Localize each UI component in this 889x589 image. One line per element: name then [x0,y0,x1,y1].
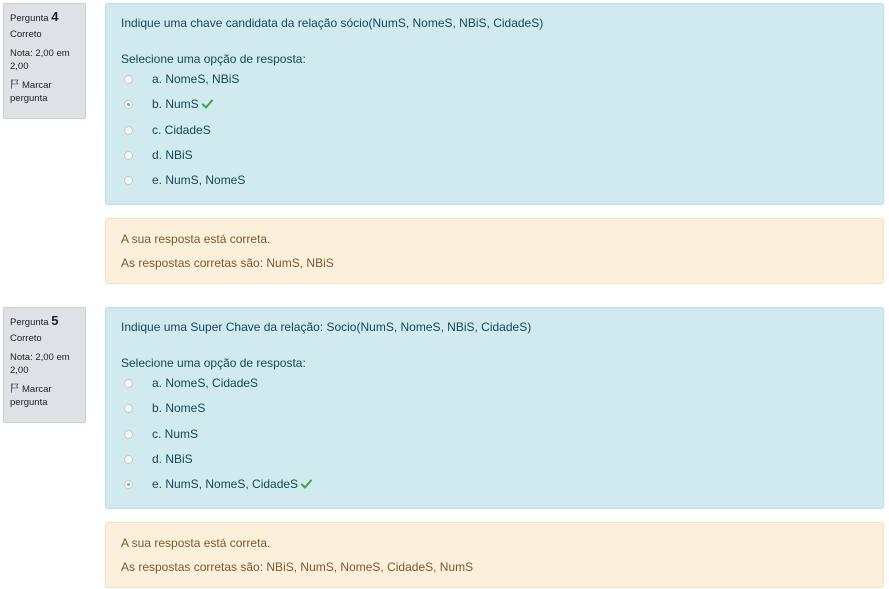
radio-button[interactable] [124,126,133,135]
question-text: Indique uma Super Chave da relação: Soci… [121,320,532,334]
question-formulation: Indique uma Super Chave da relação: Soci… [105,307,884,509]
answer-prompt: Selecione uma opção de resposta: [121,356,306,370]
radio-button[interactable] [124,430,133,439]
question-number: Pergunta 5 [10,314,79,329]
flag-icon [11,383,19,393]
question-outcome: A sua resposta está correta. As resposta… [105,522,884,588]
question-number: Pergunta 4 [10,10,79,25]
question-grade: Nota: 2,00 em 2,00 [10,48,70,72]
answer-prompt: Selecione uma opção de resposta: [121,52,306,66]
radio-button[interactable] [124,404,133,413]
question-state: Correto [10,333,42,344]
question-state: Correto [10,29,42,40]
answer-option-label: a. NomeS, NBiS [152,72,240,86]
question-label: Pergunta [10,317,49,328]
question-number-value: 4 [51,9,59,24]
question-number-value: 5 [51,313,59,328]
question-formulation: Indique uma chave candidata da relação s… [105,3,884,205]
flag-question-link[interactable]: Marcar pergunta [10,383,79,409]
question-info: Pergunta 5 Correto Nota: 2,00 em 2,00 Ma… [3,307,86,423]
answer-option-label: e. NumS, NomeS, CidadeS [152,477,299,491]
answer-option-label: c. NumS [152,427,199,441]
flag-question-link[interactable]: Marcar pergunta [10,79,79,105]
radio-button-selected[interactable] [124,100,133,109]
question-grade: Nota: 2,00 em 2,00 [10,352,70,376]
check-icon [201,99,213,109]
feedback-text: A sua resposta está correta. [121,536,271,550]
check-icon [301,479,313,489]
feedback-text: A sua resposta está correta. [121,232,271,246]
answer-option-wrap: b. NumS [152,96,213,112]
answer-option-label: d. NBiS [152,452,193,466]
answer-option-wrap: e. NumS, NomeS, CidadeS [152,476,313,492]
answer-option-label: a. NomeS, CidadeS [152,376,259,390]
question-outcome: A sua resposta está correta. As resposta… [105,218,884,284]
radio-button[interactable] [124,75,133,84]
answer-option-label: b. NumS [152,97,199,111]
question-text: Indique uma chave candidata da relação s… [121,16,544,30]
radio-button[interactable] [124,176,133,185]
radio-button[interactable] [124,151,133,160]
right-answer-text: As respostas corretas são: NumS, NBiS [121,256,334,270]
question-label: Pergunta [10,13,49,24]
answer-option-label: e. NumS, NomeS [152,173,246,187]
radio-button[interactable] [124,455,133,464]
radio-button-selected[interactable] [124,480,133,489]
answer-option-label: d. NBiS [152,148,193,162]
flag-icon [11,79,19,89]
answer-option-label: c. CidadeS [152,123,211,137]
radio-button[interactable] [124,379,133,388]
answer-option-label: b. NomeS [152,401,206,415]
right-answer-text: As respostas corretas são: NBiS, NumS, N… [121,560,474,574]
question-info: Pergunta 4 Correto Nota: 2,00 em 2,00 Ma… [3,3,86,119]
